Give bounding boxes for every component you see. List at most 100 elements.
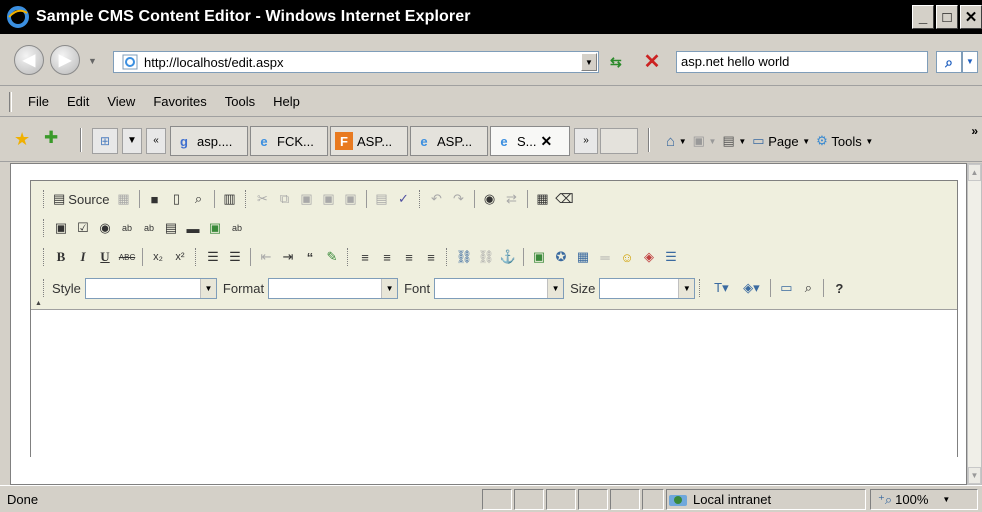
italic-icon[interactable]: I <box>72 246 94 268</box>
format-select[interactable]: ▼ <box>268 277 399 299</box>
radio-icon[interactable]: ◉ <box>94 217 116 239</box>
bold-icon[interactable]: B <box>50 246 72 268</box>
security-zone[interactable]: Local intranet <box>668 489 771 510</box>
maximize-button[interactable]: □ <box>936 5 958 29</box>
collapse-toolbar-icon[interactable]: ▲ <box>35 300 42 307</box>
undo-icon[interactable]: ↶ <box>426 188 448 210</box>
editor-body[interactable] <box>31 310 957 457</box>
save-icon[interactable]: ■ <box>144 188 166 210</box>
tab-asp-fck[interactable]: F ASP... <box>330 126 408 156</box>
blockquote-icon[interactable]: “ <box>299 246 321 268</box>
replace-icon[interactable]: ⇄ <box>501 188 523 210</box>
menu-help[interactable]: Help <box>264 94 309 109</box>
menu-view[interactable]: View <box>98 94 144 109</box>
outdent-icon[interactable]: ⇤ <box>255 246 277 268</box>
new-page-icon[interactable]: ▯ <box>166 188 188 210</box>
special-char-icon[interactable]: ◈ <box>638 246 660 268</box>
subscript-icon[interactable]: x₂ <box>147 246 169 268</box>
form-icon[interactable]: ▣ <box>50 217 72 239</box>
button-field-icon[interactable]: ▬ <box>182 217 204 239</box>
horizontal-rule-icon[interactable]: ═ <box>594 246 616 268</box>
vertical-scrollbar[interactable]: ▲ ▼ <box>967 163 982 485</box>
scroll-down-icon[interactable]: ▼ <box>968 467 981 484</box>
favorites-center-icon[interactable]: ★ <box>14 129 30 150</box>
scroll-tabs-left-button[interactable]: « <box>146 128 166 154</box>
paste-icon[interactable]: ▣ <box>296 188 318 210</box>
tab-list-dropdown[interactable]: ▼ <box>122 128 142 154</box>
refresh-icon[interactable]: ⇆ <box>610 54 630 70</box>
indent-icon[interactable]: ⇥ <box>277 246 299 268</box>
tab-sample-cms[interactable]: e S... ✕ <box>490 126 570 156</box>
link-icon[interactable]: ⛓ <box>453 246 475 268</box>
zoom-control[interactable]: ⁺⌕ 100% ▼ <box>878 489 950 510</box>
paste-text-icon[interactable]: ▣ <box>318 188 340 210</box>
spellcheck-icon[interactable]: ✓ <box>393 188 415 210</box>
scroll-up-icon[interactable]: ▲ <box>968 164 981 181</box>
show-blocks-icon[interactable]: ⌕ <box>797 277 819 299</box>
address-bar[interactable]: http://localhost/edit.aspx ▼ <box>113 51 599 73</box>
search-button[interactable]: ⌕ <box>936 51 962 73</box>
textarea-icon[interactable]: ab <box>138 217 160 239</box>
stop-icon[interactable]: ✕ <box>641 51 663 73</box>
add-to-favorites-icon[interactable]: ✚ <box>44 128 58 148</box>
select-field-icon[interactable]: ▤ <box>160 217 182 239</box>
align-justify-icon[interactable]: ≡ <box>420 246 442 268</box>
redo-icon[interactable]: ↷ <box>448 188 470 210</box>
remove-format-icon[interactable]: ⌫ <box>554 188 576 210</box>
flash-icon[interactable]: ✪ <box>550 246 572 268</box>
unlink-icon[interactable]: ⛓ <box>475 246 497 268</box>
history-dropdown-icon[interactable]: ▼ <box>88 56 97 66</box>
textfield-icon[interactable]: ab <box>116 217 138 239</box>
image-button-icon[interactable]: ▣ <box>204 217 226 239</box>
quick-tabs-icon[interactable]: ⊞ <box>92 128 118 154</box>
checkbox-icon[interactable]: ☑ <box>72 217 94 239</box>
menu-tools[interactable]: Tools <box>216 94 264 109</box>
page-break-icon[interactable]: ☰ <box>660 246 682 268</box>
tools-menu-button[interactable]: ⚙ Tools ▼ <box>816 133 873 149</box>
minimize-button[interactable]: _ <box>912 5 934 29</box>
search-input[interactable]: asp.net hello world <box>676 51 928 73</box>
address-dropdown-button[interactable]: ▼ <box>581 53 597 71</box>
close-tab-icon[interactable]: ✕ <box>541 133 553 150</box>
templates-icon[interactable]: ▥ <box>219 188 241 210</box>
more-commands-icon[interactable]: » <box>971 124 978 138</box>
source-button[interactable]: ▤ Source <box>50 191 113 207</box>
align-left-icon[interactable]: ≡ <box>354 246 376 268</box>
tab-asp-google[interactable]: g asp.... <box>170 126 248 156</box>
font-select[interactable]: ▼ <box>434 277 565 299</box>
align-right-icon[interactable]: ≡ <box>398 246 420 268</box>
anchor-icon[interactable]: ⚓ <box>497 246 519 268</box>
unordered-list-icon[interactable]: ☰ <box>224 246 246 268</box>
size-select[interactable]: ▼ <box>599 277 696 299</box>
preview-icon[interactable]: ⌕ <box>188 188 210 210</box>
print-button[interactable]: ▤ ▼ <box>722 133 746 149</box>
smiley-icon[interactable]: ☺ <box>616 246 638 268</box>
paste-word-icon[interactable]: ▣ <box>340 188 362 210</box>
print-icon[interactable]: ▤ <box>371 188 393 210</box>
feeds-button[interactable]: ▣ ▼ <box>693 133 717 149</box>
hidden-field-icon[interactable]: ab <box>226 217 248 239</box>
copy-icon[interactable]: ⧉ <box>274 188 296 210</box>
underline-icon[interactable]: U <box>94 246 116 268</box>
align-center-icon[interactable]: ≡ <box>376 246 398 268</box>
strikethrough-icon[interactable]: ABC <box>116 246 138 268</box>
menu-edit[interactable]: Edit <box>58 94 98 109</box>
close-button[interactable]: ✕ <box>960 5 982 29</box>
background-color-icon[interactable]: ◈▾ <box>736 277 766 299</box>
ordered-list-icon[interactable]: ☰ <box>202 246 224 268</box>
home-button[interactable]: ⌂ ▼ <box>666 133 687 150</box>
select-all-icon[interactable]: ▦ <box>532 188 554 210</box>
new-tab-button[interactable] <box>600 128 638 154</box>
scroll-tabs-right-button[interactable]: » <box>574 128 598 154</box>
page-menu-button[interactable]: ▭ Page ▼ <box>752 133 810 149</box>
image-icon[interactable]: ▣ <box>528 246 550 268</box>
div-container-icon[interactable]: ✎ <box>321 246 343 268</box>
text-color-icon[interactable]: T▾ <box>706 277 736 299</box>
cut-icon[interactable]: ✂ <box>252 188 274 210</box>
back-button[interactable]: ◀ <box>14 45 44 75</box>
superscript-icon[interactable]: x² <box>169 246 191 268</box>
find-icon[interactable]: ◉ <box>479 188 501 210</box>
table-icon[interactable]: ▦ <box>572 246 594 268</box>
about-icon[interactable]: ? <box>828 277 850 299</box>
tab-fck[interactable]: e FCK... <box>250 126 328 156</box>
